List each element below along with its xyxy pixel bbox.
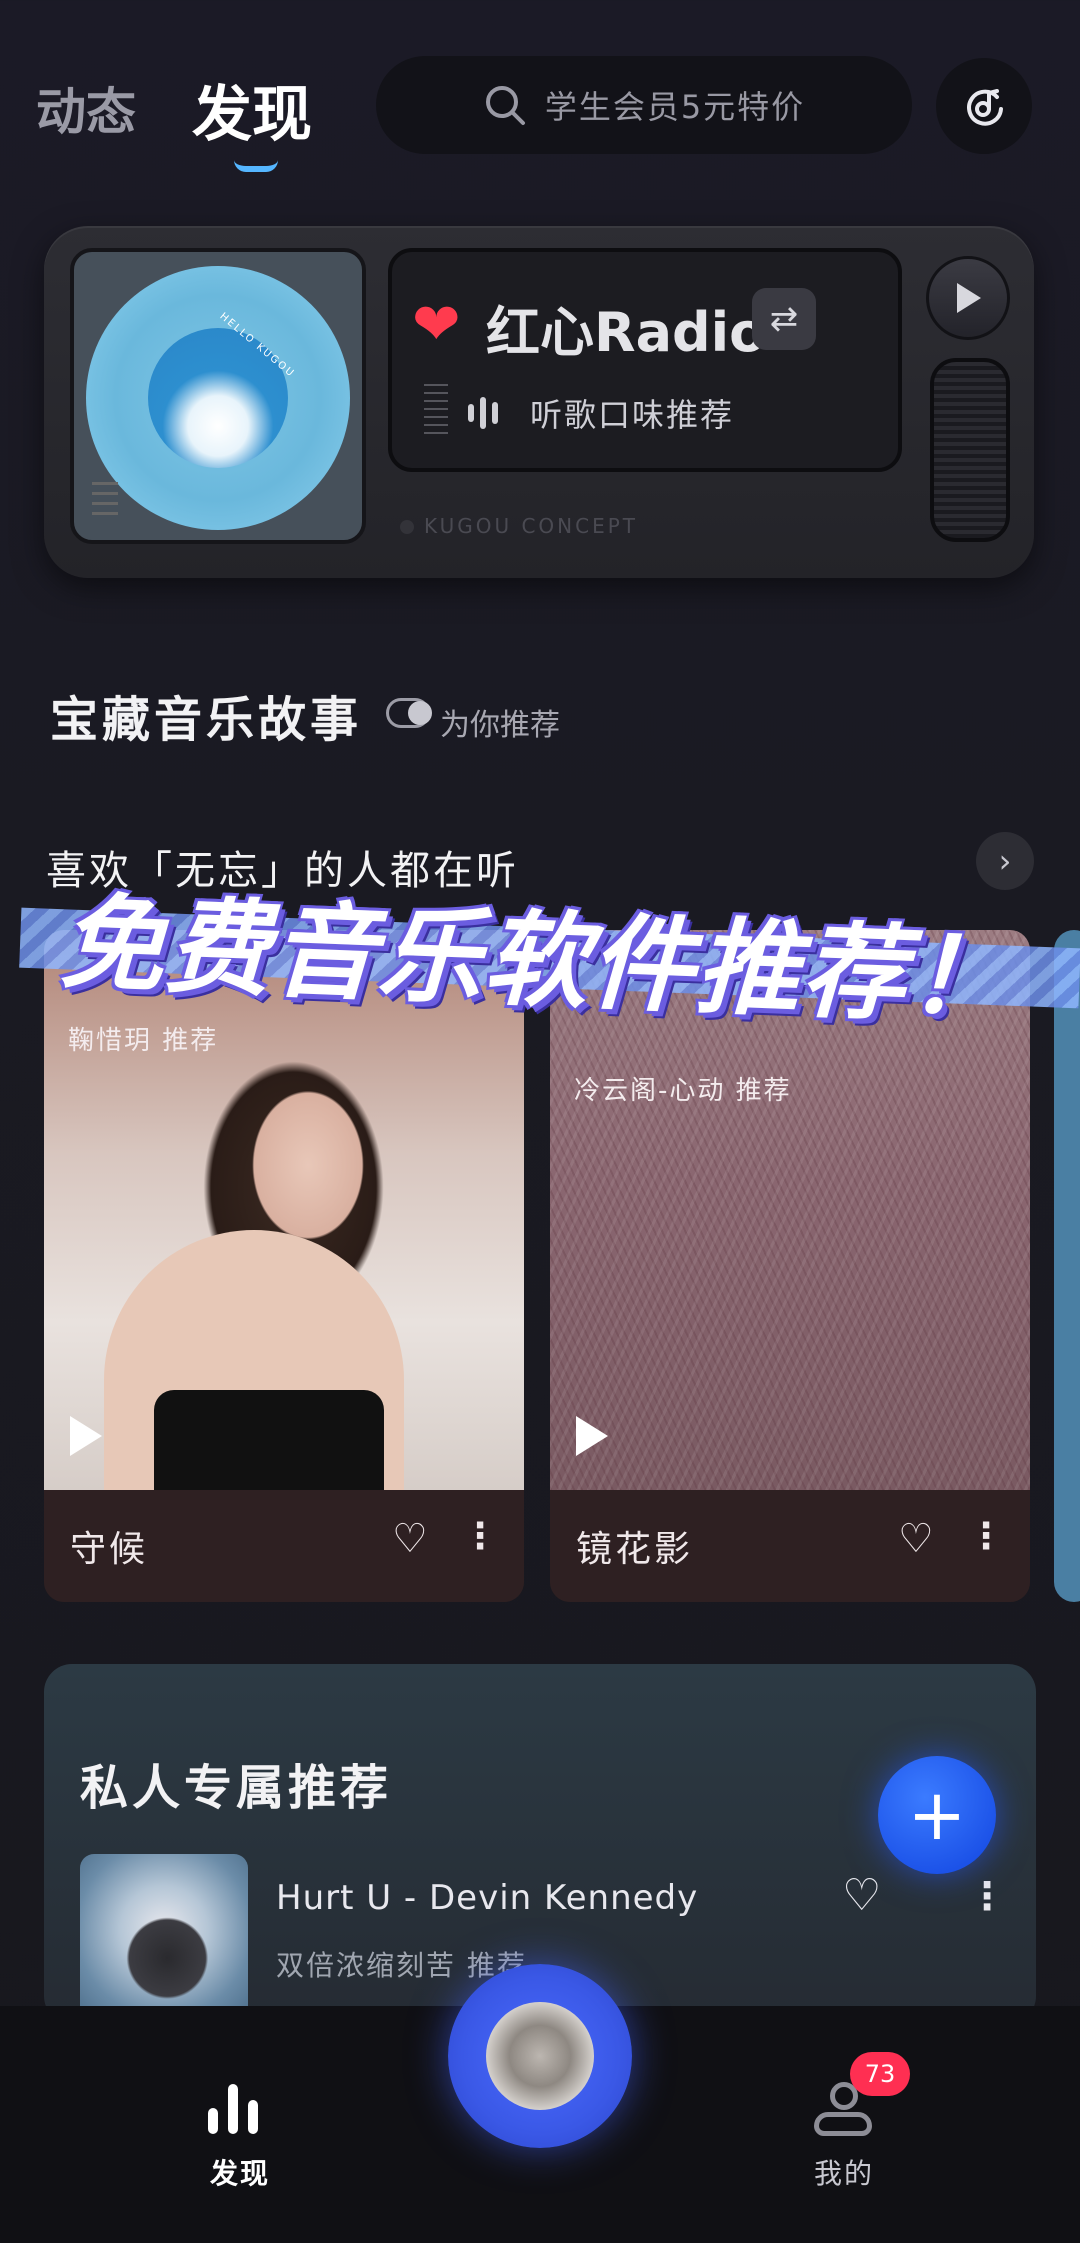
play-icon <box>957 283 981 313</box>
tab-discover[interactable]: 发现 <box>192 66 312 153</box>
search-bar[interactable]: 学生会员5元特价 <box>376 56 912 154</box>
radio-title: 红心Radio <box>486 301 767 364</box>
song-cover-image[interactable] <box>80 1854 248 2022</box>
audio-wave-icon <box>468 396 500 430</box>
notification-badge: 73 <box>850 2052 910 2096</box>
banner-text: 免费音乐软件推荐！ <box>57 881 1016 1040</box>
now-playing-cover <box>486 2002 594 2110</box>
active-tab-indicator <box>234 160 278 172</box>
chevron-right-icon: › <box>998 842 1012 880</box>
tuning-knob[interactable] <box>930 358 1010 542</box>
section-subtitle: 为你推荐 <box>440 708 560 743</box>
swap-icon: ⇄ <box>769 299 799 339</box>
switch-mode-button[interactable]: ⇄ <box>752 288 816 350</box>
card-recommender: 冷云阁-心动 推荐 <box>574 1076 792 1106</box>
card-song-name: 镜花影 <box>576 1529 694 1570</box>
section-more-button[interactable]: › <box>976 832 1034 890</box>
card-song-name: 守候 <box>70 1529 149 1570</box>
radio-subtitle: 听歌口味推荐 <box>530 396 735 434</box>
more-vert-icon[interactable]: ⋮ <box>968 1516 1004 1557</box>
tab-dynamic[interactable]: 动态 <box>36 72 136 144</box>
search-icon <box>485 86 525 125</box>
like-heart-icon[interactable]: ♡ <box>392 1516 428 1562</box>
radio-play-button[interactable] <box>926 256 1010 340</box>
plus-icon: + <box>907 1774 967 1856</box>
menu-lines-icon <box>92 482 118 518</box>
search-placeholder: 学生会员5元特价 <box>544 88 806 126</box>
play-icon[interactable] <box>576 1416 608 1456</box>
tuner-ticks <box>424 384 448 440</box>
heart-icon: ❤ <box>412 290 461 358</box>
card-footer: 镜花影 ♡ ⋮ <box>550 1490 1030 1602</box>
like-heart-icon[interactable]: ♡ <box>898 1516 934 1562</box>
like-heart-icon[interactable]: ♡ <box>842 1870 881 1921</box>
card-footer: 守候 ♡ ⋮ <box>44 1490 524 1602</box>
add-button[interactable]: + <box>878 1756 996 1874</box>
more-vert-icon[interactable]: ⋮ <box>968 1874 1006 1918</box>
nav-me-label[interactable]: 我的 <box>814 2152 874 2192</box>
indicator-dot <box>400 520 414 534</box>
discover-nav-icon[interactable] <box>208 2082 268 2134</box>
section-title-treasure: 宝藏音乐故事 <box>50 692 363 748</box>
song-title[interactable]: Hurt U - Devin Kennedy <box>276 1878 698 1918</box>
brand-text: KUGOU CONCEPT <box>424 514 638 538</box>
listen-recognize-button[interactable] <box>936 58 1032 154</box>
toggle-knob <box>408 701 432 725</box>
music-recognize-icon <box>967 89 1003 126</box>
nav-discover-label[interactable]: 发现 <box>210 2152 270 2192</box>
play-icon[interactable] <box>70 1416 102 1456</box>
private-recommend-title: 私人专属推荐 <box>80 1760 393 1816</box>
more-vert-icon[interactable]: ⋮ <box>462 1516 498 1557</box>
